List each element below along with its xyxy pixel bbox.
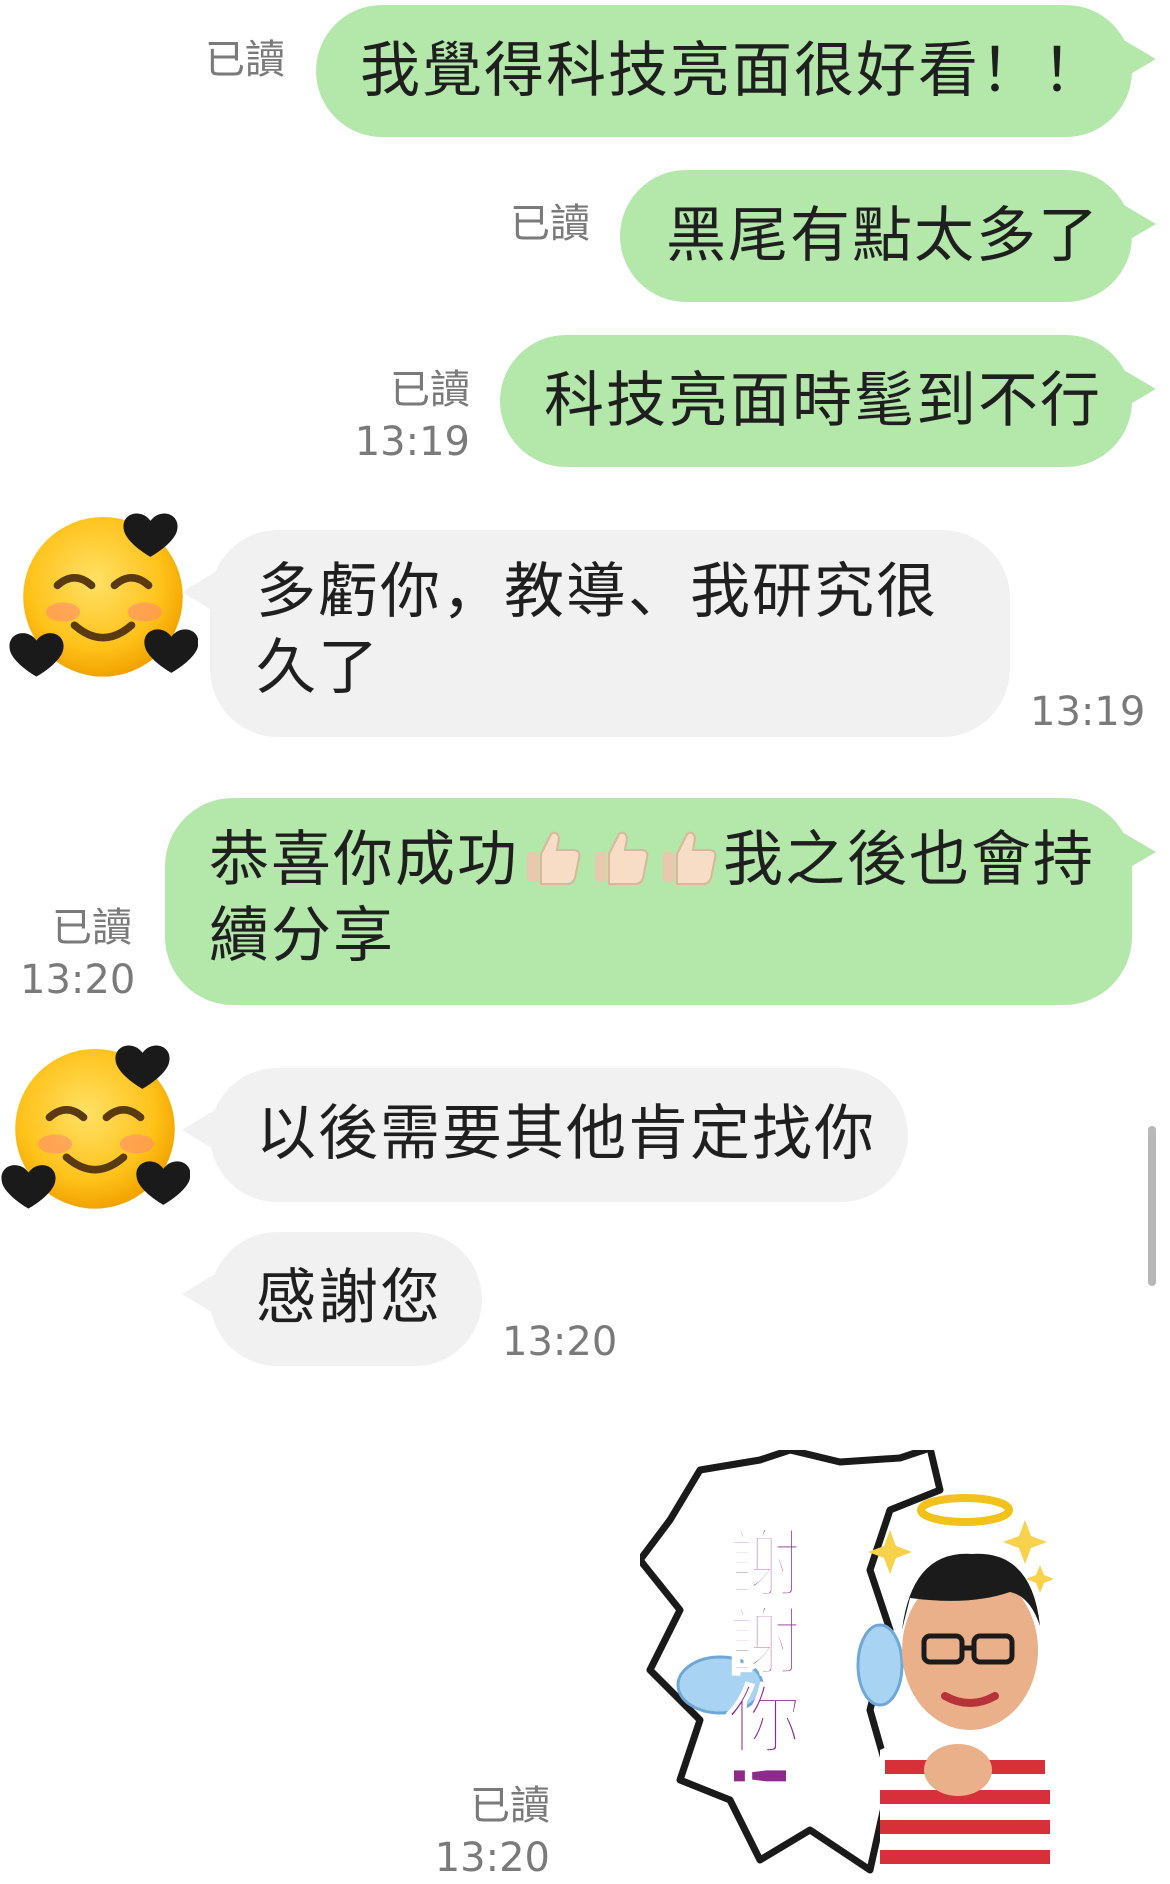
timestamp: 13:20: [434, 1835, 550, 1881]
message-text-line: 久了: [256, 633, 380, 703]
read-label: 已讀: [52, 905, 132, 951]
timestamp: 13:20: [20, 957, 136, 1003]
timestamp: 13:19: [1030, 689, 1146, 735]
sticker-message[interactable]: 謝謝你!: [640, 1450, 1070, 1883]
chat-thread[interactable]: 已讀 我覺得科技亮面很好看！！ 已讀 黑尾有點太多了 已讀 13:19 科技亮面…: [0, 0, 1170, 1883]
read-label: 已讀: [470, 1783, 550, 1829]
timestamp-block: 13:20: [502, 1316, 622, 1368]
sent-message-bubble[interactable]: 黑尾有點太多了: [620, 170, 1156, 302]
sent-message-bubble[interactable]: 科技亮面時髦到不行: [500, 335, 1156, 467]
scrollbar-thumb[interactable]: [1148, 1126, 1156, 1286]
person-illustration: [880, 1553, 1050, 1883]
read-receipt: 已讀: [195, 34, 285, 86]
smiling-face-with-hearts-icon[interactable]: [0, 1030, 190, 1220]
bubble-tail: [1122, 832, 1156, 872]
received-message-bubble[interactable]: 多虧你，教導、我研究很 久了: [182, 530, 1010, 737]
bubble-tail: [1122, 39, 1156, 79]
message-text-line: 恭喜你成功 我之後也會持: [209, 822, 1132, 898]
wing-icon: [856, 1623, 904, 1707]
message-text-line: 續分享: [209, 901, 395, 971]
read-receipt: 已讀 13:20: [20, 902, 136, 1006]
thumbs-up-icon: [595, 831, 649, 885]
message-text-part: 我之後也會持: [723, 825, 1095, 895]
received-message-bubble[interactable]: 以後需要其他肯定找你: [182, 1068, 908, 1202]
message-text: 科技亮面時髦到不行: [544, 366, 1102, 436]
message-text: 黑尾有點太多了: [666, 201, 1100, 271]
thumbs-up-icon: [663, 831, 717, 885]
thumbs-up-icon: [527, 831, 581, 885]
bubble-tail: [1122, 204, 1156, 244]
bubble-tail: [1122, 369, 1156, 409]
bubble-tail: [182, 570, 218, 614]
read-receipt: 已讀 13:20: [430, 1780, 550, 1884]
sent-message-bubble[interactable]: 我覺得科技亮面很好看！！: [316, 5, 1156, 137]
read-receipt: 已讀: [500, 198, 590, 250]
bubble-tail: [182, 1272, 218, 1316]
read-label: 已讀: [205, 37, 285, 83]
bubble-tail: [182, 1108, 218, 1152]
timestamp-block: 13:19: [1030, 686, 1150, 738]
smiling-face-with-hearts-icon[interactable]: [8, 498, 198, 688]
received-message-bubble[interactable]: 感謝您: [182, 1232, 482, 1366]
sticker-text: 謝謝你!: [715, 1525, 802, 1797]
message-text: 感謝您: [256, 1263, 442, 1333]
read-receipt: 已讀 13:19: [340, 364, 470, 468]
sparkle-icon: [1003, 1520, 1047, 1564]
halo-icon: [917, 1494, 1013, 1526]
timestamp: 13:19: [354, 419, 470, 465]
message-text-part: 恭喜你成功: [209, 825, 519, 895]
read-label: 已讀: [390, 367, 470, 413]
timestamp: 13:20: [502, 1319, 618, 1365]
message-text: 我覺得科技亮面很好看！！: [360, 36, 1104, 106]
sent-message-bubble[interactable]: 恭喜你成功 我之後也會持 續分享: [165, 798, 1156, 1005]
message-text: 以後需要其他肯定找你: [256, 1099, 876, 1169]
message-text-line: 多虧你，教導、我研究很: [256, 557, 938, 627]
read-label: 已讀: [510, 201, 590, 247]
